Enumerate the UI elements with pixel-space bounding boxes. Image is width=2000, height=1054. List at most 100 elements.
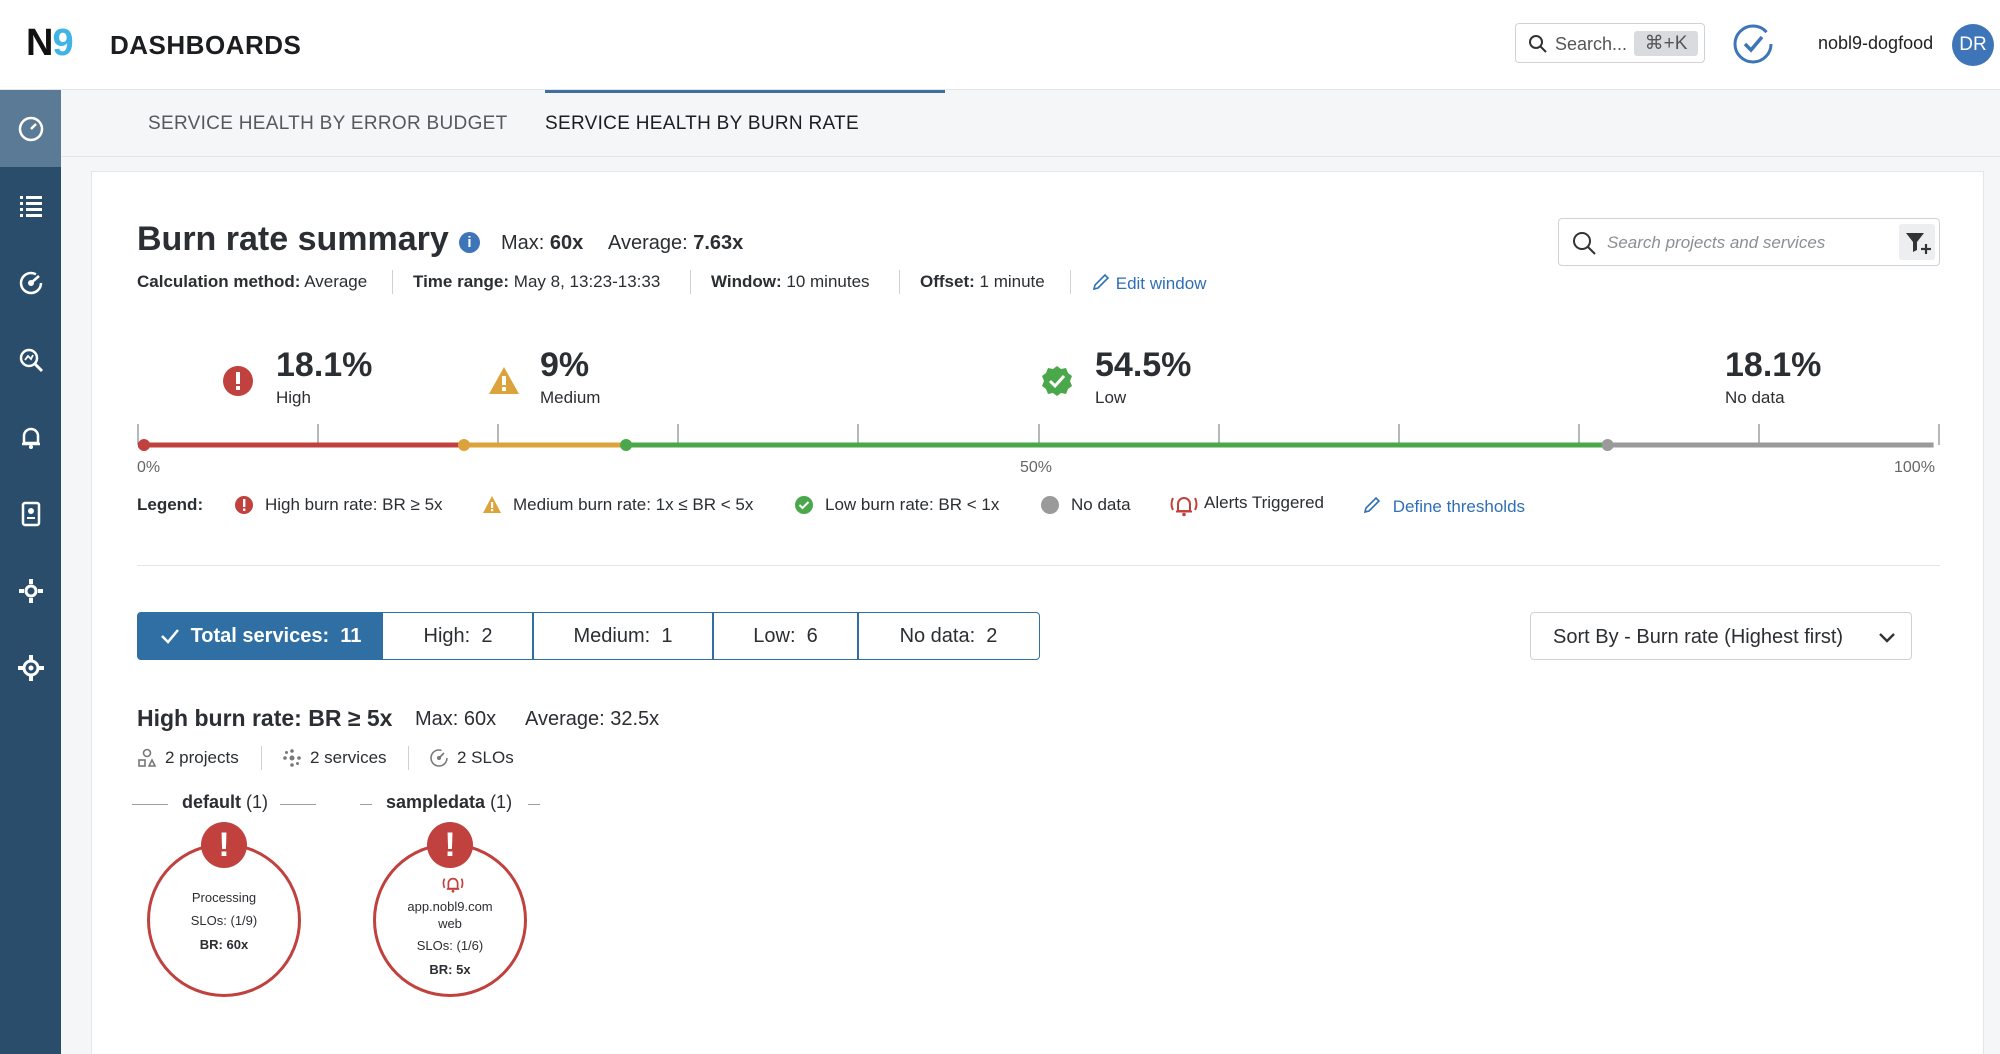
group-line xyxy=(132,804,168,805)
separator xyxy=(1070,270,1071,294)
sidebar-item-analysis[interactable] xyxy=(0,321,61,398)
tab-error-budget[interactable]: SERVICE HEALTH BY ERROR BUDGET xyxy=(148,90,508,157)
low-label: Low xyxy=(1095,388,1126,408)
high-section-max: Max: 60x xyxy=(415,708,496,731)
slos-count: 2 SLOs xyxy=(457,748,514,768)
filter-low[interactable]: Low: 6 xyxy=(712,612,859,660)
filter-no-data[interactable]: No data: 2 xyxy=(857,612,1040,660)
bar-marker xyxy=(138,439,150,451)
chevron-down-icon xyxy=(1877,627,1897,647)
gear-icon xyxy=(17,654,45,682)
high-burn-icon: ! xyxy=(427,822,473,868)
nodata-label: No data xyxy=(1725,388,1785,408)
divider xyxy=(137,565,1940,566)
window: Window: 10 minutes xyxy=(711,272,870,292)
bar-marker xyxy=(620,439,632,451)
offset: Offset: 1 minute xyxy=(920,272,1045,292)
sidebar-item-reports[interactable] xyxy=(0,475,61,552)
service-slos: SLOs: (1/9) xyxy=(150,913,298,928)
global-search-input[interactable]: Search... ⌘+K xyxy=(1515,23,1705,63)
info-icon[interactable]: i xyxy=(459,232,480,253)
checkmark-icon xyxy=(159,625,181,647)
legend-nodata: No data xyxy=(1071,495,1131,515)
legend-low: Low burn rate: BR < 1x xyxy=(825,495,999,515)
medium-percent: 9% xyxy=(540,346,589,385)
bar-marker xyxy=(458,439,470,451)
service-name: Processing xyxy=(150,890,298,905)
nobl9-logo[interactable]: N9 xyxy=(26,22,73,65)
projects-icon xyxy=(137,748,157,768)
search-shortcut: ⌘+K xyxy=(1634,31,1698,56)
separator xyxy=(899,270,900,294)
warning-icon xyxy=(488,365,520,397)
slo-icon xyxy=(17,269,45,297)
scale-mid: 50% xyxy=(1020,459,1052,477)
sidebar-item-settings[interactable] xyxy=(0,629,61,706)
group-title-default: default (1) xyxy=(182,792,268,813)
dashboard-tabs: SERVICE HEALTH BY ERROR BUDGET SERVICE H… xyxy=(61,90,2000,157)
slo-icon xyxy=(429,748,449,768)
sort-dropdown[interactable]: Sort By - Burn rate (Highest first) xyxy=(1530,612,1912,660)
separator xyxy=(392,270,393,294)
legend-alerts: Alerts Triggered xyxy=(1204,493,1324,513)
tab-burn-rate[interactable]: SERVICE HEALTH BY BURN RATE xyxy=(545,90,859,157)
medium-label: Medium xyxy=(540,388,600,408)
sidebar-item-integrations[interactable] xyxy=(0,552,61,629)
high-section-average: Average: 32.5x xyxy=(525,708,659,731)
legend-high: High burn rate: BR ≥ 5x xyxy=(265,495,443,515)
define-thresholds-link[interactable]: Define thresholds xyxy=(1362,495,1525,517)
time-range: Time range: May 8, 13:23-13:33 xyxy=(413,272,660,292)
report-icon xyxy=(17,500,45,528)
gauge-icon xyxy=(17,115,45,143)
search-placeholder: Search... xyxy=(1555,34,1627,55)
nodata-legend-icon xyxy=(1040,495,1060,515)
project-search-placeholder: Search projects and services xyxy=(1607,233,1825,253)
summary-max: Max: 60x xyxy=(501,232,583,255)
high-burn-icon xyxy=(222,365,254,397)
services-icon xyxy=(282,748,302,768)
filter-add-icon xyxy=(1899,224,1935,260)
filter-button[interactable] xyxy=(1899,224,1935,260)
summary-title: Burn rate summary xyxy=(137,220,449,259)
project-search-input[interactable]: Search projects and services xyxy=(1558,218,1940,266)
list-icon xyxy=(17,192,45,220)
separator xyxy=(690,270,691,294)
alert-bell-icon xyxy=(439,874,467,894)
edit-window-link[interactable]: Edit window xyxy=(1091,272,1206,294)
projects-count: 2 projects xyxy=(165,748,239,768)
service-burn-rate: BR: 60x xyxy=(150,937,298,952)
sidebar-item-alerts[interactable] xyxy=(0,398,61,475)
service-burn-rate: BR: 5x xyxy=(376,962,524,977)
low-burn-icon xyxy=(1041,365,1073,397)
sidebar xyxy=(0,90,61,1054)
nodata-percent: 18.1% xyxy=(1725,346,1821,385)
separator xyxy=(261,746,262,770)
user-avatar[interactable]: DR xyxy=(1952,24,1994,66)
cog-cluster-icon xyxy=(17,577,45,605)
alert-bell-icon xyxy=(1168,492,1200,518)
page-title: DASHBOARDS xyxy=(110,30,301,61)
status-check-icon[interactable] xyxy=(1731,22,1775,66)
pencil-icon xyxy=(1091,272,1111,292)
summary-average: Average: 7.63x xyxy=(608,232,743,255)
low-percent: 54.5% xyxy=(1095,346,1191,385)
sidebar-item-slos[interactable] xyxy=(0,244,61,321)
group-line xyxy=(360,804,372,805)
filter-total-services[interactable]: Total services: 11 xyxy=(137,612,383,660)
legend-medium: Medium burn rate: 1x ≤ BR < 5x xyxy=(513,495,753,515)
filter-high[interactable]: High: 2 xyxy=(382,612,534,660)
pencil-icon xyxy=(1362,495,1382,515)
services-count: 2 services xyxy=(310,748,387,768)
sidebar-item-list[interactable] xyxy=(0,167,61,244)
top-bar: N9 DASHBOARDS Search... ⌘+K nobl9-dogfoo… xyxy=(0,0,2000,90)
service-slos: SLOs: (1/6) xyxy=(376,938,524,953)
sidebar-item-dashboards[interactable] xyxy=(0,90,61,167)
filter-medium[interactable]: Medium: 1 xyxy=(532,612,714,660)
org-name[interactable]: nobl9-dogfood xyxy=(1818,33,1933,54)
service-project: app.nobl9.com xyxy=(376,899,524,914)
bar-marker xyxy=(1602,439,1614,451)
group-title-sampledata: sampledata (1) xyxy=(386,792,512,813)
group-line xyxy=(528,804,540,805)
sort-label: Sort By - Burn rate (Highest first) xyxy=(1553,626,1843,649)
search-icon xyxy=(1528,34,1548,54)
